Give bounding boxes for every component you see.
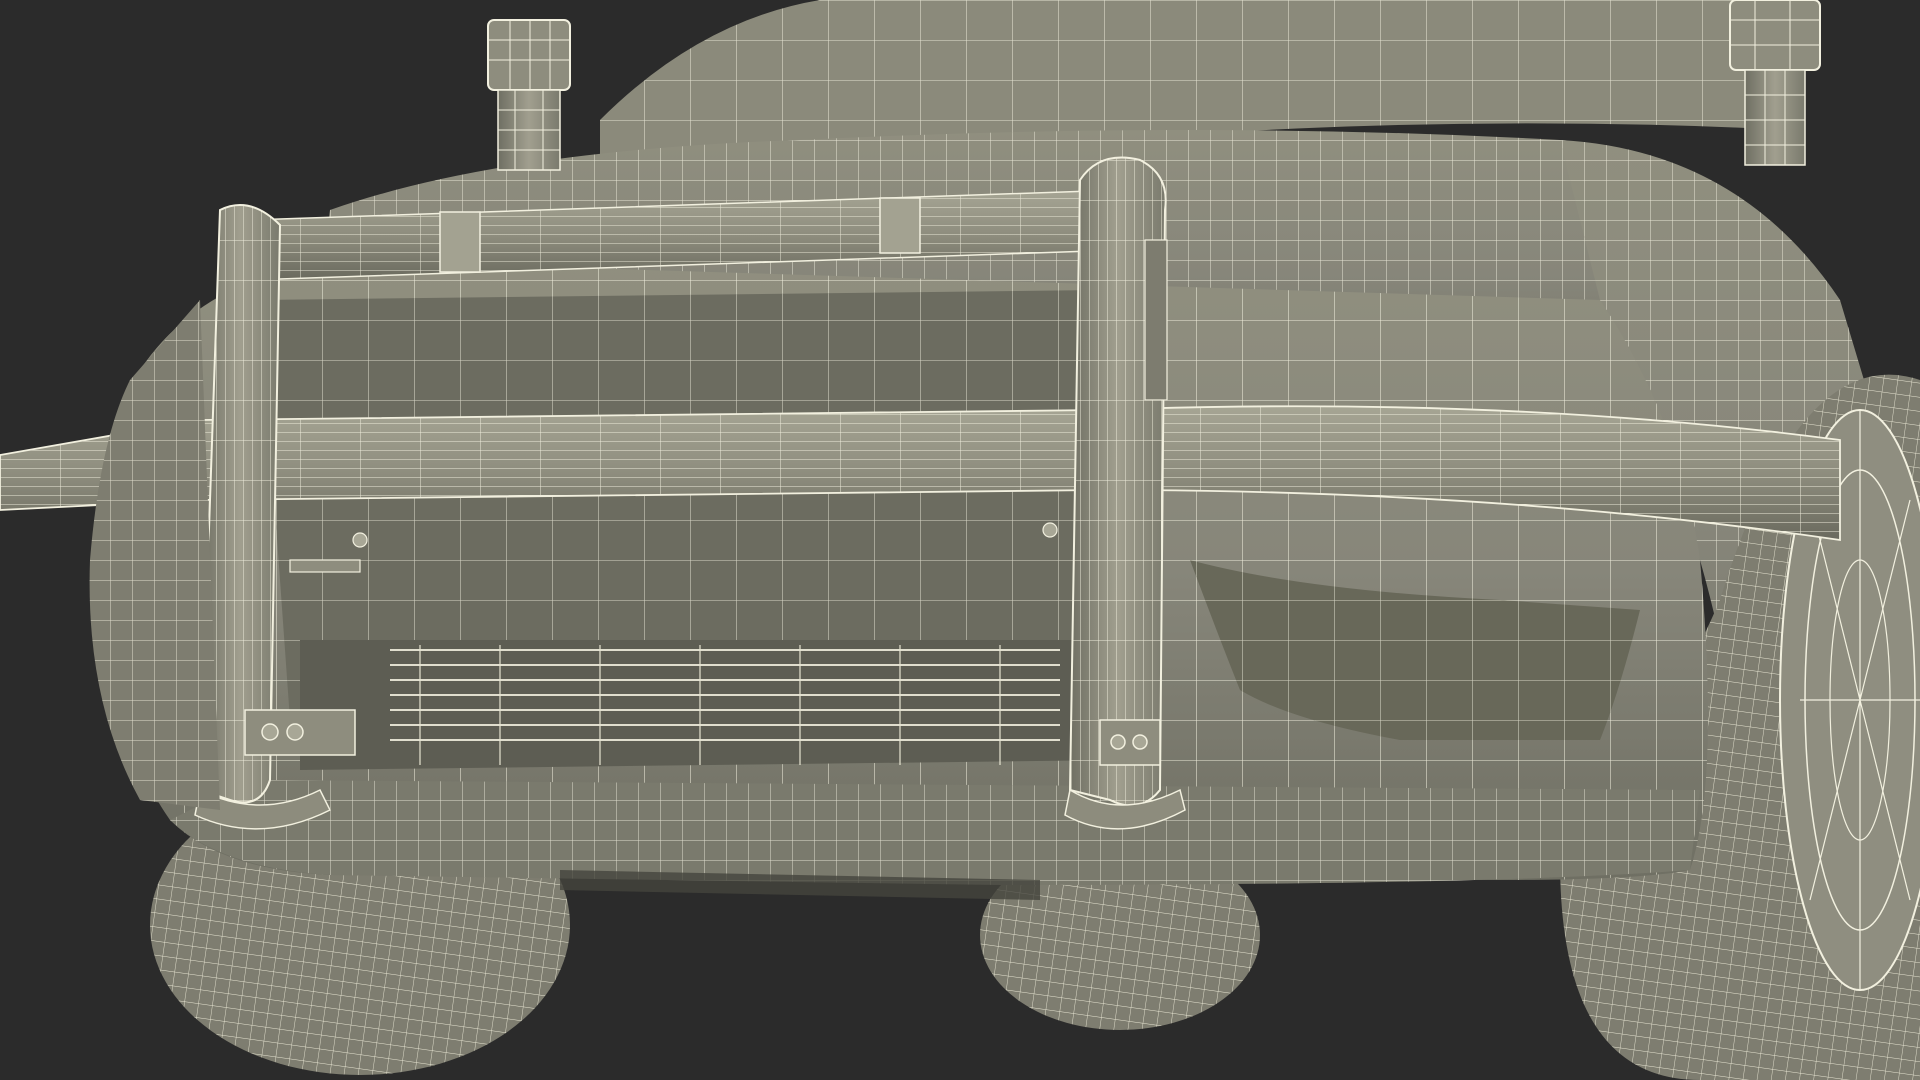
bumper-lower-lip (170, 780, 1700, 885)
left-fender (89, 300, 220, 810)
render-viewport (0, 0, 1920, 1080)
lower-grille (300, 640, 1120, 770)
wireframe-render (0, 0, 1920, 1080)
left-spotlight (487, 19, 571, 171)
